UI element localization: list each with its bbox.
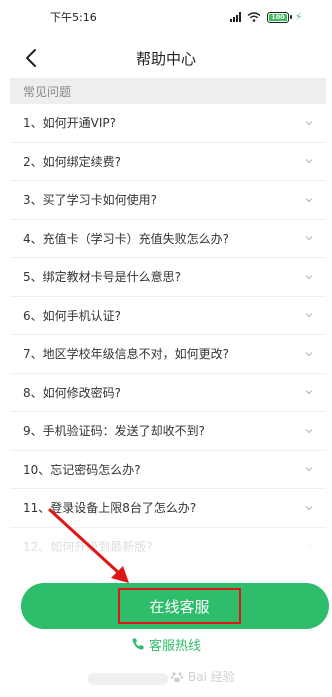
back-icon[interactable] <box>20 46 44 70</box>
faq-item[interactable]: 11、登录设备上限8台了怎么办? <box>10 489 326 528</box>
battery-icon: 100 <box>266 11 292 23</box>
watermark: Bai 经验 <box>170 668 235 685</box>
faq-item-label: 10、忘记密码怎么办? <box>23 462 141 477</box>
chevron-down-icon <box>305 467 313 472</box>
chevron-down-icon <box>305 120 313 126</box>
online-service-label: 在线客服 <box>118 588 241 624</box>
signal-icon <box>229 12 241 22</box>
faq-item-label: 7、地区学校年级信息不对，如何更改? <box>23 347 230 362</box>
status-bar: 下午5:16 100 ⚡ <box>0 0 332 34</box>
faq-item[interactable]: 10、忘记密码怎么办? <box>10 451 326 489</box>
online-service-button[interactable]: 在线客服 <box>21 583 329 629</box>
hotline-label: 客服热线 <box>148 638 201 654</box>
faq-item[interactable]: 8、如何修改密码? <box>10 374 326 412</box>
faq-item[interactable]: 6、如何手机认证? <box>10 297 326 335</box>
faq-item[interactable]: 9、手机验证码：发送了却收不到? <box>10 412 326 451</box>
faq-item-label: 3、买了学习卡如何使用? <box>23 193 158 208</box>
faq-item-label: 6、如何手机认证? <box>23 308 122 323</box>
chevron-down-icon <box>305 390 313 395</box>
faq-item-label: 8、如何修改密码? <box>23 385 122 400</box>
status-icons: 100 ⚡ <box>229 11 302 23</box>
charging-icon: ⚡ <box>294 11 302 23</box>
faq-item[interactable]: 4、充值卡（学习卡）充值失败怎么办? <box>10 220 326 258</box>
section-header: 常见问题 <box>10 78 326 104</box>
chevron-down-icon <box>305 236 313 241</box>
chevron-down-icon <box>305 505 313 511</box>
faq-item[interactable]: 7、地区学校年级信息不对，如何更改? <box>10 335 326 374</box>
faq-item-label: 1、如何开通VIP? <box>23 116 116 131</box>
faq-item[interactable]: 5、绑定教材卡号是什么意思? <box>10 258 326 297</box>
faq-item[interactable]: 2、如何绑定续费? <box>10 143 326 181</box>
blurred-text <box>88 673 168 685</box>
chevron-down-icon <box>305 274 313 280</box>
chevron-down-icon <box>305 159 313 164</box>
wifi-icon <box>247 12 261 22</box>
chevron-down-icon <box>305 313 313 318</box>
status-time: 下午5:16 <box>50 11 97 24</box>
section-title: 常见问题 <box>23 84 72 99</box>
faq-item-label: 12、如何升级到最新版? <box>23 539 153 554</box>
battery-level: 100 <box>271 13 285 21</box>
faq-item[interactable]: 3、买了学习卡如何使用? <box>10 181 326 220</box>
paw-icon <box>170 671 184 682</box>
faq-item-label: 4、充值卡（学习卡）充值失败怎么办? <box>23 231 230 246</box>
chevron-down-icon <box>305 197 313 203</box>
phone-icon <box>132 638 144 650</box>
faq-item[interactable]: 12、如何升级到最新版? <box>10 528 326 566</box>
faq-list: 1、如何开通VIP? 2、如何绑定续费? 3、买了学习卡如何使用? 4、充值卡（… <box>10 104 326 566</box>
chevron-down-icon <box>305 351 313 357</box>
hotline-link[interactable]: 客服热线 <box>0 632 332 656</box>
faq-item-label: 9、手机验证码：发送了却收不到? <box>23 424 206 439</box>
nav-bar: 帮助中心 <box>0 38 332 78</box>
chevron-down-icon <box>305 544 313 549</box>
faq-item[interactable]: 1、如何开通VIP? <box>10 104 326 143</box>
chevron-down-icon <box>305 428 313 434</box>
watermark-text: Bai 经验 <box>188 670 235 684</box>
faq-item-label: 11、登录设备上限8台了怎么办? <box>23 501 197 516</box>
page-title: 帮助中心 <box>135 49 196 68</box>
faq-item-label: 5、绑定教材卡号是什么意思? <box>23 270 182 285</box>
faq-item-label: 2、如何绑定续费? <box>23 154 122 169</box>
